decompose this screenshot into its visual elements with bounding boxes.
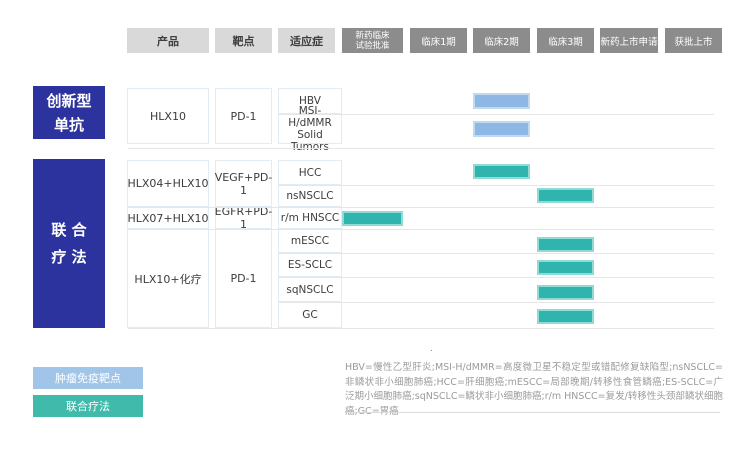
- column-header-indication: 适应症: [278, 28, 335, 53]
- indication-cell: mESCC: [278, 229, 342, 253]
- progress-bar: [537, 188, 594, 203]
- row-divider: [278, 185, 714, 186]
- column-header-product: 产品: [127, 28, 209, 53]
- indication-cell: GC: [278, 302, 342, 328]
- row-divider: [278, 277, 714, 278]
- progress-bar: [473, 93, 530, 109]
- category-box-innovative-mab: 创新型 单抗: [33, 86, 105, 139]
- target-cell: VEGF+PD-1: [215, 160, 272, 207]
- indication-cell: HCC: [278, 160, 342, 185]
- legend-item-combination-therapy: 联合疗法: [33, 395, 143, 417]
- indication-cell: sqNSCLC: [278, 277, 342, 302]
- progress-bar: [342, 211, 403, 226]
- group-divider: [128, 328, 714, 329]
- legend-item-immune-target: 肿瘤免疫靶点: [33, 367, 143, 389]
- progress-bar: [537, 285, 594, 300]
- pipeline-chart: 产品 靶点 适应症 新药临床试验批准 临床1期 临床2期 临床3期 新药上市申请…: [0, 0, 750, 450]
- group-divider: [128, 229, 714, 230]
- stray-dot: .: [430, 344, 433, 354]
- target-cell: PD-1: [215, 88, 272, 144]
- indication-cell: r/m HNSCC: [278, 207, 342, 229]
- product-cell: HLX10+化疗: [127, 229, 209, 328]
- column-header-approved: 获批上市: [665, 28, 722, 53]
- category-label-line: 疗 法: [51, 244, 86, 271]
- progress-bar: [537, 237, 594, 252]
- indication-cell: MSI-H/dMMR Solid Tumors: [278, 114, 342, 144]
- progress-bar: [473, 121, 530, 137]
- group-divider: [128, 207, 714, 208]
- column-header-phase2: 临床2期: [473, 28, 530, 53]
- progress-bar: [537, 309, 594, 324]
- indication-cell: ES-SCLC: [278, 253, 342, 277]
- column-header-target: 靶点: [215, 28, 272, 53]
- row-divider: [278, 302, 714, 303]
- progress-bar: [537, 260, 594, 275]
- column-header-ind-approval: 新药临床试验批准: [342, 28, 403, 53]
- column-header-ind-approval-label: 新药临床试验批准: [353, 31, 393, 51]
- category-box-combination-therapy: 联 合 疗 法: [33, 159, 105, 328]
- row-divider: [278, 253, 714, 254]
- column-header-phase1: 临床1期: [410, 28, 467, 53]
- group-divider: [128, 148, 714, 149]
- product-cell: HLX10: [127, 88, 209, 144]
- target-cell: PD-1: [215, 229, 272, 328]
- column-header-phase3: 临床3期: [537, 28, 594, 53]
- column-header-nda: 新药上市申请: [600, 28, 658, 53]
- category-label-line: 单抗: [54, 113, 84, 137]
- footnote-divider: [345, 412, 720, 413]
- category-label-line: 联 合: [51, 217, 86, 244]
- progress-bar: [473, 164, 530, 179]
- row-divider: [278, 114, 714, 115]
- product-cell: HLX07+HLX10: [127, 207, 209, 229]
- indication-cell: nsNSCLC: [278, 185, 342, 207]
- target-cell: EGFR+PD-1: [215, 207, 272, 229]
- category-label-line: 创新型: [46, 89, 91, 113]
- product-cell: HLX04+HLX10: [127, 160, 209, 207]
- footnote-abbreviations: HBV=慢性乙型肝炎;MSI-H/dMMR=高度微卫星不稳定型或错配修复缺陷型;…: [345, 361, 723, 419]
